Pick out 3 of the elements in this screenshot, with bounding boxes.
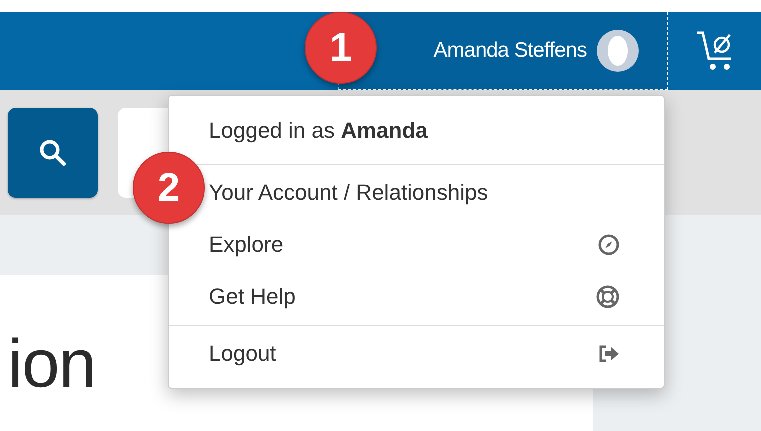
page-heading: ion bbox=[8, 330, 96, 398]
user-name: Amanda Steffens bbox=[434, 38, 587, 62]
logged-in-label: Logged in as Amanda bbox=[208, 117, 429, 145]
